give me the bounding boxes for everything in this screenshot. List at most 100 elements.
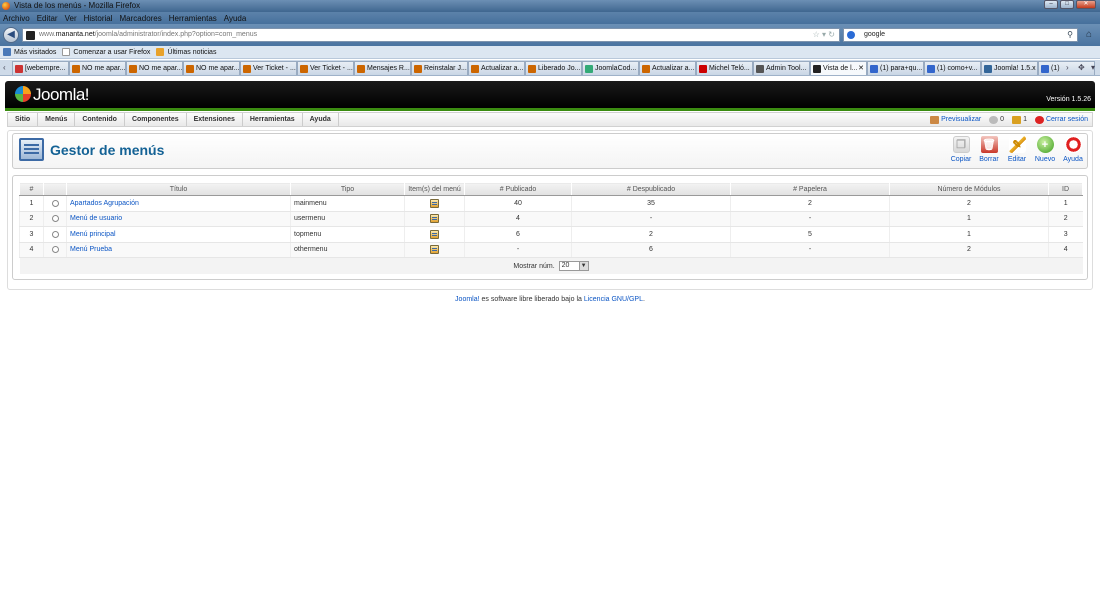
menu-title-link[interactable]: Menú principal — [70, 231, 116, 238]
tab-favicon-icon — [699, 65, 707, 73]
tab-list-icon[interactable]: ▾ — [1091, 63, 1095, 72]
tab-label: NO me apar... — [139, 65, 183, 72]
menu-marcadores[interactable]: Marcadores — [120, 14, 162, 23]
browser-tab[interactable]: Reinstalar J... — [411, 61, 468, 75]
scroll-tabs-left-icon[interactable]: ‹ — [3, 63, 6, 72]
row-trash: 5 — [730, 226, 890, 243]
browser-tab[interactable]: [webempre... — [12, 61, 69, 75]
table-row: 3 Menú principal topmenu 6 2 5 1 3 — [19, 226, 1083, 243]
menu-manager-icon — [19, 138, 44, 161]
menu-ayuda[interactable]: Ayuda — [224, 14, 247, 23]
joomla-logo-icon — [15, 86, 31, 102]
menu-ver[interactable]: Ver — [65, 14, 77, 23]
new-button[interactable]: + Nuevo — [1031, 136, 1059, 163]
col-type[interactable]: Tipo — [290, 182, 405, 196]
bookmark-mas-visitados[interactable]: Más visitados — [3, 48, 56, 56]
admin-menu-componentes[interactable]: Componentes — [125, 113, 187, 126]
browser-tab[interactable]: Joomla! 1.5.x — [981, 61, 1038, 75]
menu-herramientas[interactable]: Herramientas — [169, 14, 217, 23]
menu-title-link[interactable]: Apartados Agrupación — [70, 200, 139, 207]
row-radio[interactable] — [51, 199, 59, 207]
scroll-tabs-right-icon[interactable]: › — [1066, 63, 1069, 72]
bookmark-comenzar-firefox[interactable]: Comenzar a usar Firefox — [62, 48, 150, 56]
page-footer: Joomla! es software libre liberado bajo … — [0, 296, 1100, 303]
license-link[interactable]: Licencia GNU/GPL — [584, 296, 643, 303]
search-engine-icon[interactable] — [847, 31, 855, 39]
messages-count[interactable]: 0 — [989, 113, 1004, 126]
admin-menu-ayuda[interactable]: Ayuda — [303, 113, 339, 126]
admin-menu-sitio[interactable]: Sitio — [8, 113, 39, 126]
row-unpublished: - — [571, 211, 731, 227]
limit-select[interactable]: 20 ▼ — [558, 260, 589, 271]
minimize-button[interactable]: – — [1044, 0, 1058, 9]
browser-tab[interactable]: NO me apar... — [126, 61, 183, 75]
browser-tab[interactable]: Ver Ticket - ... — [297, 61, 354, 75]
preview-icon — [930, 115, 940, 124]
browser-tab[interactable]: Vista de l... ✕ — [810, 61, 867, 75]
delete-button[interactable]: 🗑 Borrar — [975, 136, 1003, 163]
edit-label: Editar — [1007, 156, 1027, 163]
close-tab-icon[interactable]: ✕ — [858, 62, 864, 75]
table-body: 1 Apartados Agrupación mainmenu 40 35 2 2 1 2 Men… — [19, 195, 1083, 258]
limit-label: Mostrar núm. — [513, 262, 555, 270]
bookmark-star-icon[interactable]: ☆ ▾ ↻ — [813, 29, 835, 41]
menu-archivo[interactable]: Archivo — [3, 14, 30, 23]
menu-items-icon[interactable] — [430, 229, 439, 239]
search-value: google — [864, 31, 886, 38]
help-button[interactable]: o Ayuda — [1059, 136, 1087, 163]
menu-items-icon[interactable] — [430, 198, 439, 208]
admin-menu-contenido[interactable]: Contenido — [75, 113, 125, 126]
search-icon[interactable]: ⚲ — [1067, 29, 1073, 41]
plus-icon: + — [1036, 136, 1054, 153]
browser-tab[interactable]: (1) como+v... — [924, 61, 981, 75]
copy-button[interactable]: ❐ Copiar — [947, 136, 975, 163]
browser-tab[interactable]: NO me apar... — [183, 61, 240, 75]
col-modules: Número de Módulos — [889, 182, 1049, 196]
home-icon[interactable]: ⌂ — [1082, 28, 1096, 42]
search-bar[interactable]: google ⚲ — [843, 28, 1078, 42]
site-favicon-icon — [26, 31, 35, 40]
menus-table-container: # Título Tipo Item(s) del menú # Publica… — [12, 175, 1088, 280]
browser-tab[interactable]: Liberado Jo... — [525, 61, 582, 75]
browser-tab[interactable]: Actualizar a... — [639, 61, 696, 75]
row-radio[interactable] — [51, 215, 59, 223]
admin-menu-herramientas[interactable]: Herramientas — [243, 113, 303, 126]
browser-tab[interactable]: Mensajes R... — [354, 61, 411, 75]
browser-tab[interactable]: Michel Teló... — [696, 61, 753, 75]
edit-button[interactable]: ✎ Editar — [1003, 136, 1031, 163]
admin-menubar: Sitio Menús Contenido Componentes Extens… — [7, 112, 1093, 127]
bookmark-ultimas-noticias[interactable]: Últimas noticias — [156, 48, 216, 56]
col-title[interactable]: Título — [66, 182, 291, 196]
back-arrow-icon[interactable]: ◀ — [3, 27, 19, 43]
menu-historial[interactable]: Historial — [84, 14, 113, 23]
admin-menu-menus[interactable]: Menús — [38, 113, 76, 126]
logout-link[interactable]: Cerrar sesión — [1034, 113, 1088, 126]
tab-label: Michel Teló... — [709, 65, 750, 72]
new-label: Nuevo — [1034, 156, 1056, 163]
tab-label: Actualizar a... — [652, 65, 695, 72]
close-window-button[interactable]: ✕ — [1076, 0, 1096, 9]
row-radio[interactable] — [51, 246, 59, 254]
new-tab-icon[interactable]: ✥ — [1078, 63, 1085, 72]
browser-tab[interactable]: JoomlaCod... — [582, 61, 639, 75]
url-path: /joomla/administrator/index.php?option=c… — [94, 31, 258, 38]
menu-title-link[interactable]: Menú Prueba — [70, 246, 112, 253]
joomla-link[interactable]: Joomla! — [455, 296, 480, 303]
browser-tab[interactable]: Ver Ticket - ... — [240, 61, 297, 75]
menu-title-link[interactable]: Menú de usuario — [70, 215, 122, 222]
row-published: - — [464, 242, 572, 258]
menu-items-icon[interactable] — [430, 214, 439, 224]
menu-items-icon[interactable] — [430, 245, 439, 255]
browser-tab[interactable]: NO me apar... — [69, 61, 126, 75]
preview-link[interactable]: Previsualizar — [930, 113, 981, 126]
menu-editar[interactable]: Editar — [37, 14, 58, 23]
maximize-button[interactable]: □ — [1060, 0, 1074, 9]
browser-tab[interactable]: Admin Tool... — [753, 61, 810, 75]
row-radio[interactable] — [51, 230, 59, 238]
admin-menu-extensiones[interactable]: Extensiones — [187, 113, 243, 126]
url-bar[interactable]: www.mananta.net/joomla/administrator/ind… — [22, 28, 840, 42]
browser-tab[interactable]: (1) para+qu... — [867, 61, 924, 75]
browser-tab[interactable]: Actualizar a... — [468, 61, 525, 75]
row-modules: 2 — [889, 242, 1049, 258]
tab-label: (1) para+qu... — [880, 65, 923, 72]
